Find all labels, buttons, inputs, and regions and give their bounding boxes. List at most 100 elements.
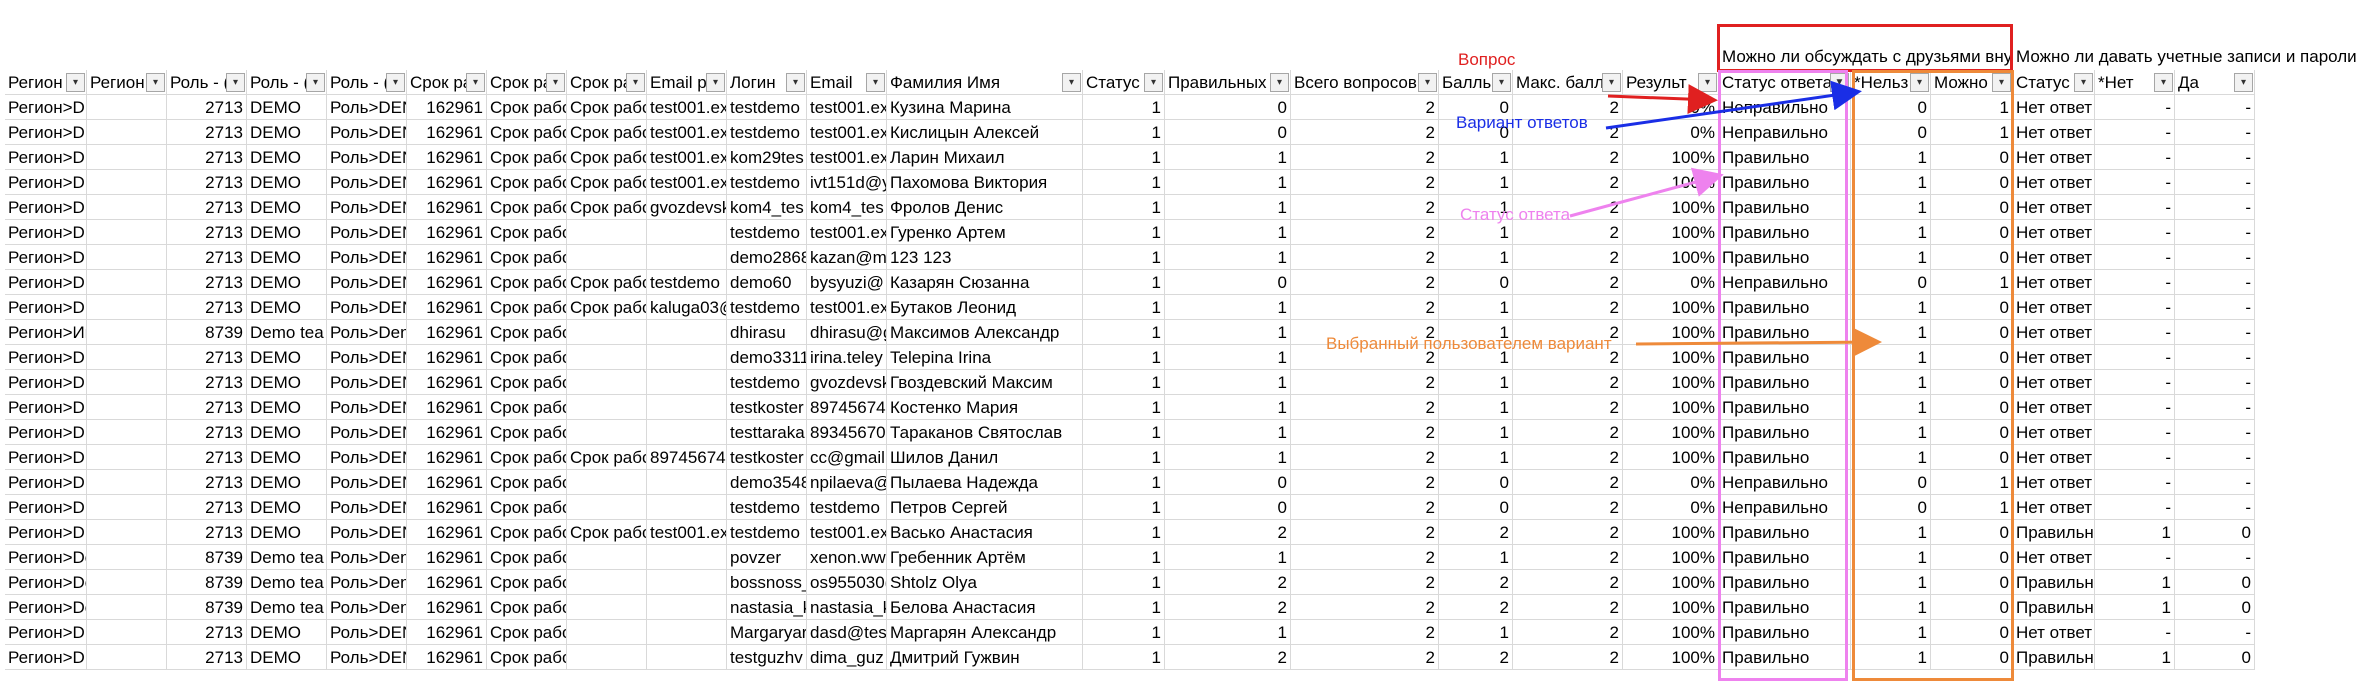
table-cell[interactable]: 0% [1623, 470, 1719, 495]
table-cell[interactable]: - [2175, 395, 2255, 420]
table-cell[interactable]: 2 [1291, 370, 1439, 395]
table-cell[interactable]: testdemo [727, 170, 807, 195]
table-cell[interactable]: Нет ответ [2013, 545, 2095, 570]
table-cell[interactable]: Правильн [2013, 520, 2095, 545]
table-cell[interactable]: 162961 [407, 170, 487, 195]
table-cell[interactable]: Регион>DEMO>DEM [5, 620, 87, 645]
table-cell[interactable]: ivt151d@y [807, 170, 887, 195]
table-cell[interactable]: Регион>Demo regio [5, 545, 87, 570]
table-cell[interactable] [647, 595, 727, 620]
table-cell[interactable]: Срок работы [487, 495, 567, 520]
table-cell[interactable]: - [2175, 245, 2255, 270]
filter-dropdown-icon[interactable]: ▾ [66, 73, 85, 92]
filter-dropdown-icon[interactable]: ▾ [786, 73, 805, 92]
table-cell[interactable] [567, 495, 647, 520]
table-cell[interactable]: 1 [1439, 145, 1513, 170]
table-cell[interactable]: bossnoss_ [727, 570, 807, 595]
table-cell[interactable]: DEMO [247, 520, 327, 545]
filter-dropdown-icon[interactable]: ▾ [306, 73, 325, 92]
filter-dropdown-icon[interactable]: ▾ [466, 73, 485, 92]
table-cell[interactable]: DEMO [247, 245, 327, 270]
table-cell[interactable] [647, 545, 727, 570]
table-cell[interactable]: 0 [1165, 270, 1291, 295]
table-cell[interactable]: 1 [1165, 445, 1291, 470]
table-cell[interactable]: dhirasu@g [807, 320, 887, 345]
table-cell[interactable]: Кислицын Алексей [887, 120, 1083, 145]
table-cell[interactable]: 100% [1623, 445, 1719, 470]
table-cell[interactable]: 162961 [407, 295, 487, 320]
table-cell[interactable]: 2713 [167, 295, 247, 320]
table-cell[interactable]: Регион>DEMO>DEM [5, 420, 87, 445]
table-cell[interactable]: 1 [1439, 620, 1513, 645]
filter-dropdown-icon[interactable]: ▾ [1270, 73, 1289, 92]
table-cell[interactable]: 1 [1083, 295, 1165, 320]
table-cell[interactable]: Срок рабо [567, 445, 647, 470]
table-cell[interactable]: 1 [1083, 370, 1165, 395]
table-cell[interactable] [87, 120, 167, 145]
table-cell[interactable]: 2713 [167, 520, 247, 545]
table-cell[interactable]: 100% [1623, 595, 1719, 620]
table-cell[interactable]: Нет ответ [2013, 195, 2095, 220]
table-cell[interactable] [647, 420, 727, 445]
table-cell[interactable]: 1 [1083, 95, 1165, 120]
table-cell[interactable] [647, 495, 727, 520]
table-cell[interactable]: testtaraka [727, 420, 807, 445]
table-cell[interactable]: 897456743 [647, 445, 727, 470]
table-cell[interactable]: Нет ответ [2013, 270, 2095, 295]
table-cell[interactable]: 1 [1083, 570, 1165, 595]
table-cell[interactable]: 0 [2175, 645, 2255, 670]
table-cell[interactable]: Demo tea [247, 545, 327, 570]
table-cell[interactable]: test001.ex [807, 295, 887, 320]
table-cell[interactable]: 0 [1165, 495, 1291, 520]
table-cell[interactable]: 1 [1165, 345, 1291, 370]
table-cell[interactable]: 162961 [407, 345, 487, 370]
table-cell[interactable]: Роль>DEN [327, 170, 407, 195]
table-cell[interactable] [87, 220, 167, 245]
table-cell[interactable]: DEMO [247, 195, 327, 220]
table-cell[interactable]: Фролов Денис [887, 195, 1083, 220]
table-cell[interactable] [647, 570, 727, 595]
table-cell[interactable]: 162961 [407, 445, 487, 470]
table-cell[interactable]: Правильн [2013, 645, 2095, 670]
table-cell[interactable]: 2713 [167, 345, 247, 370]
table-cell[interactable]: 162961 [407, 195, 487, 220]
table-cell[interactable]: 1 [1439, 245, 1513, 270]
table-cell[interactable] [87, 320, 167, 345]
table-cell[interactable]: 1 [1439, 420, 1513, 445]
table-cell[interactable]: 2 [1513, 420, 1623, 445]
table-cell[interactable]: 162961 [407, 470, 487, 495]
table-cell[interactable]: cc@gmail. [807, 445, 887, 470]
table-cell[interactable]: Роль>DEN [327, 95, 407, 120]
table-cell[interactable]: 1 [1165, 545, 1291, 570]
table-cell[interactable]: - [2175, 270, 2255, 295]
table-cell[interactable]: 2 [1291, 595, 1439, 620]
table-cell[interactable]: Срок работы [487, 220, 567, 245]
table-cell[interactable]: DEMO [247, 170, 327, 195]
filter-dropdown-icon[interactable]: ▾ [2154, 73, 2173, 92]
table-cell[interactable]: 2713 [167, 270, 247, 295]
table-cell[interactable]: - [2175, 445, 2255, 470]
table-cell[interactable]: 2 [1291, 395, 1439, 420]
table-cell[interactable]: Нет ответ [2013, 220, 2095, 245]
table-cell[interactable]: Роль>DEN [327, 395, 407, 420]
table-cell[interactable]: - [2095, 395, 2175, 420]
table-cell[interactable]: 100% [1623, 320, 1719, 345]
table-cell[interactable]: 893456709 [807, 420, 887, 445]
table-cell[interactable]: 2713 [167, 395, 247, 420]
table-cell[interactable]: - [2175, 620, 2255, 645]
column-header[interactable]: Фамилия Имя [887, 70, 1083, 95]
table-cell[interactable]: Роль>DEN [327, 220, 407, 245]
table-cell[interactable]: - [2175, 345, 2255, 370]
table-cell[interactable]: 100% [1623, 145, 1719, 170]
table-cell[interactable]: Срок рабо [487, 445, 567, 470]
filter-dropdown-icon[interactable]: ▾ [626, 73, 645, 92]
table-cell[interactable]: Роль>DEN [327, 495, 407, 520]
table-cell[interactable]: - [2175, 470, 2255, 495]
table-cell[interactable]: Срок рабо [567, 145, 647, 170]
table-cell[interactable]: - [2095, 470, 2175, 495]
table-cell[interactable]: 2713 [167, 120, 247, 145]
table-cell[interactable]: 2 [1513, 495, 1623, 520]
table-cell[interactable]: 2713 [167, 195, 247, 220]
table-cell[interactable]: 162961 [407, 145, 487, 170]
table-cell[interactable]: DEMO [247, 295, 327, 320]
